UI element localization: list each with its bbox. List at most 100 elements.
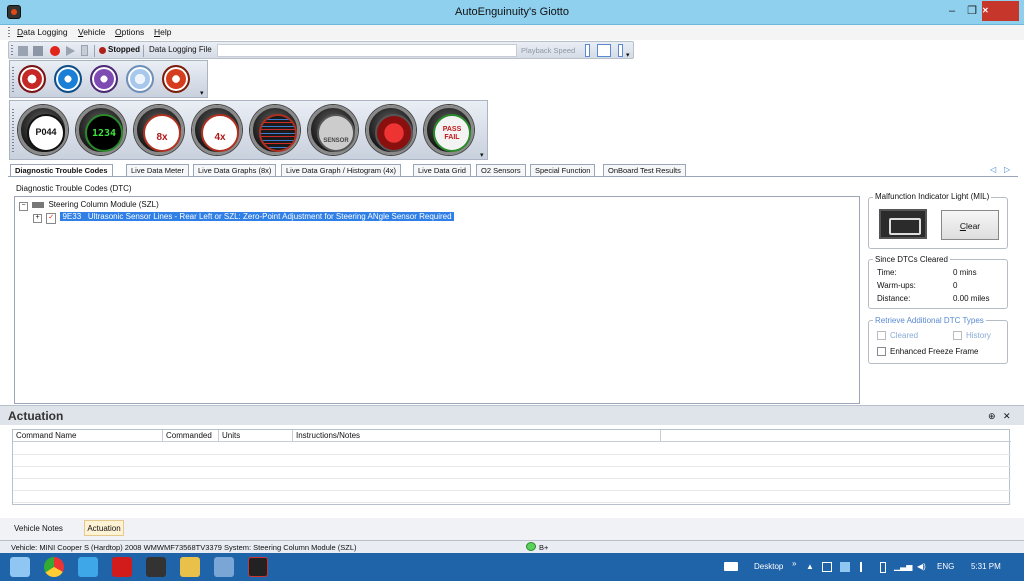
- pin-icon[interactable]: ⊕: [988, 411, 996, 422]
- table-row[interactable]: [13, 443, 1011, 455]
- toolbar-overflow-icon[interactable]: ▾: [626, 51, 630, 59]
- dtc-gauge-icon[interactable]: P044: [18, 105, 68, 155]
- menu-vehicle[interactable]: Vehicle: [78, 27, 105, 37]
- history-label: History: [966, 331, 991, 340]
- expand-icon[interactable]: +: [33, 214, 42, 223]
- close-window-button[interactable]: ✕: [982, 1, 1019, 21]
- close-icon[interactable]: [162, 65, 190, 93]
- table-row[interactable]: [13, 491, 1011, 503]
- car-app-icon[interactable]: [146, 557, 166, 577]
- data-meter-gauge-icon[interactable]: 1234: [76, 105, 126, 155]
- taskbar: Desktop » ▲ ▁▃▅ ◀) ENG 5:31 PM: [0, 553, 1024, 581]
- tab-live-data-meter[interactable]: Live Data Meter: [126, 164, 189, 176]
- tab-onboard-test-results[interactable]: OnBoard Test Results: [603, 164, 686, 176]
- menu-help[interactable]: Help: [154, 27, 171, 37]
- playback-speed-track[interactable]: [597, 44, 611, 57]
- menu-grip[interactable]: [8, 27, 10, 38]
- close-panel-icon[interactable]: ✕: [1003, 411, 1011, 422]
- playback-speed-thumb[interactable]: [618, 44, 623, 57]
- refresh-icon[interactable]: [54, 65, 82, 93]
- clear-dtc-button[interactable]: Clear: [941, 210, 999, 240]
- tab-diagnostic-trouble-codes[interactable]: Diagnostic Trouble Codes: [10, 164, 113, 176]
- onboard-test-gauge-icon[interactable]: PASS FAIL: [424, 105, 474, 155]
- freeze-frame-checkbox[interactable]: [877, 347, 886, 356]
- network-app-icon[interactable]: [214, 557, 234, 577]
- title-bar: AutoEnguinuity's Giotto – ❐ ✕: [0, 0, 1024, 25]
- tab-live-data-graph-histogram[interactable]: Live Data Graph / Histogram (4x): [281, 164, 402, 176]
- internet-explorer-icon[interactable]: [78, 557, 98, 577]
- dtc-heading: Diagnostic Trouble Codes (DTC): [16, 184, 132, 193]
- playback-speed-slider[interactable]: [585, 44, 590, 57]
- data-grid-gauge-icon[interactable]: [250, 105, 300, 155]
- column-units[interactable]: Units: [219, 430, 293, 442]
- tab-o2-sensors[interactable]: O2 Sensors: [476, 164, 526, 176]
- start-icon[interactable]: [10, 557, 30, 577]
- chevron-icon[interactable]: »: [792, 559, 796, 568]
- flag-icon[interactable]: [860, 562, 870, 572]
- desktop-toolbar-label[interactable]: Desktop: [754, 562, 783, 571]
- o2-sensor-gauge-icon[interactable]: SENSOR: [308, 105, 358, 155]
- giotto-taskbar-icon[interactable]: [248, 557, 268, 577]
- play-icon[interactable]: [66, 46, 75, 56]
- toolbar-grip[interactable]: [12, 67, 14, 93]
- tab-live-data-grid[interactable]: Live Data Grid: [413, 164, 471, 176]
- graph-4x-gauge-icon[interactable]: 4x: [192, 105, 242, 155]
- tree-node-module[interactable]: − Steering Column Module (SZL): [19, 199, 159, 211]
- tab-actuation[interactable]: Actuation: [84, 520, 124, 536]
- mil-group: Malfunction Indicator Light (MIL) Clear: [868, 192, 1008, 249]
- freeze-frame-label: Enhanced Freeze Frame: [890, 347, 979, 356]
- warmups-label: Warm-ups:: [877, 281, 916, 290]
- column-command-name[interactable]: Command Name: [13, 430, 163, 442]
- tab-live-data-graphs[interactable]: Live Data Graphs (8x): [193, 164, 277, 176]
- tray-expand-icon[interactable]: ▲: [806, 562, 814, 571]
- stop-icon[interactable]: [33, 46, 43, 56]
- history-checkbox[interactable]: [953, 331, 962, 340]
- actuation-header: Actuation ⊕ ✕: [0, 405, 1024, 425]
- clock[interactable]: 5:31 PM: [971, 562, 1001, 571]
- table-row[interactable]: [13, 467, 1011, 479]
- tab-scroll-right-icon[interactable]: ▷: [1004, 165, 1010, 174]
- column-instructions[interactable]: Instructions/Notes: [293, 430, 661, 442]
- tree-node-dtc[interactable]: + ✓ 9E33 Ultrasonic Sensor Lines - Rear …: [33, 211, 454, 224]
- toolbar-overflow-icon[interactable]: ▾: [480, 151, 484, 159]
- minimize-button[interactable]: –: [942, 2, 962, 20]
- collapse-icon[interactable]: −: [19, 202, 28, 211]
- battery-icon[interactable]: [880, 562, 886, 573]
- disconnect-icon[interactable]: [90, 65, 118, 93]
- tray-app-icon[interactable]: [822, 562, 832, 572]
- log-file-input[interactable]: [217, 44, 517, 57]
- signal-icon[interactable]: ▁▃▅: [894, 562, 912, 571]
- graphs-8x-gauge-icon[interactable]: 8x: [134, 105, 184, 155]
- acrobat-icon[interactable]: [112, 557, 132, 577]
- toolbar-grip[interactable]: [11, 45, 13, 56]
- step-icon[interactable]: [81, 45, 88, 56]
- table-row[interactable]: [13, 455, 1011, 467]
- dtc-entry[interactable]: 9E33 Ultrasonic Sensor Lines - Rear Left…: [60, 212, 454, 221]
- restore-button[interactable]: ❐: [962, 2, 982, 20]
- table-row[interactable]: [13, 479, 1011, 491]
- tray-network-app-icon[interactable]: [840, 562, 850, 572]
- search-icon[interactable]: [126, 65, 154, 93]
- special-function-gauge-icon[interactable]: [366, 105, 416, 155]
- status-bar: Vehicle: MINI Cooper S (Hardtop) 2008 WM…: [0, 540, 1024, 553]
- tab-special-function[interactable]: Special Function: [530, 164, 596, 176]
- file-explorer-icon[interactable]: [180, 557, 200, 577]
- clipboard-icon[interactable]: [18, 65, 46, 93]
- tab-scroll-left-icon[interactable]: ◁: [990, 165, 996, 174]
- since-cleared-group: Since DTCs Cleared Time: 0 mins Warm-ups…: [868, 255, 1008, 309]
- menu-data-logging[interactable]: Data Logging: [17, 27, 68, 37]
- chrome-icon[interactable]: [44, 557, 64, 577]
- menu-options[interactable]: Options: [115, 27, 144, 37]
- cleared-checkbox[interactable]: [877, 331, 886, 340]
- toolbar-overflow-icon[interactable]: ▾: [200, 89, 204, 97]
- pause-icon[interactable]: [18, 46, 28, 56]
- time-label: Time:: [877, 268, 897, 277]
- toolbar-grip[interactable]: [12, 109, 14, 153]
- column-extra[interactable]: [661, 430, 1011, 442]
- language-indicator[interactable]: ENG: [937, 562, 954, 571]
- volume-icon[interactable]: ◀): [917, 562, 926, 571]
- tab-vehicle-notes[interactable]: Vehicle Notes: [14, 524, 63, 533]
- record-icon[interactable]: [50, 46, 60, 56]
- keyboard-icon[interactable]: [724, 562, 738, 571]
- column-commanded[interactable]: Commanded: [163, 430, 219, 442]
